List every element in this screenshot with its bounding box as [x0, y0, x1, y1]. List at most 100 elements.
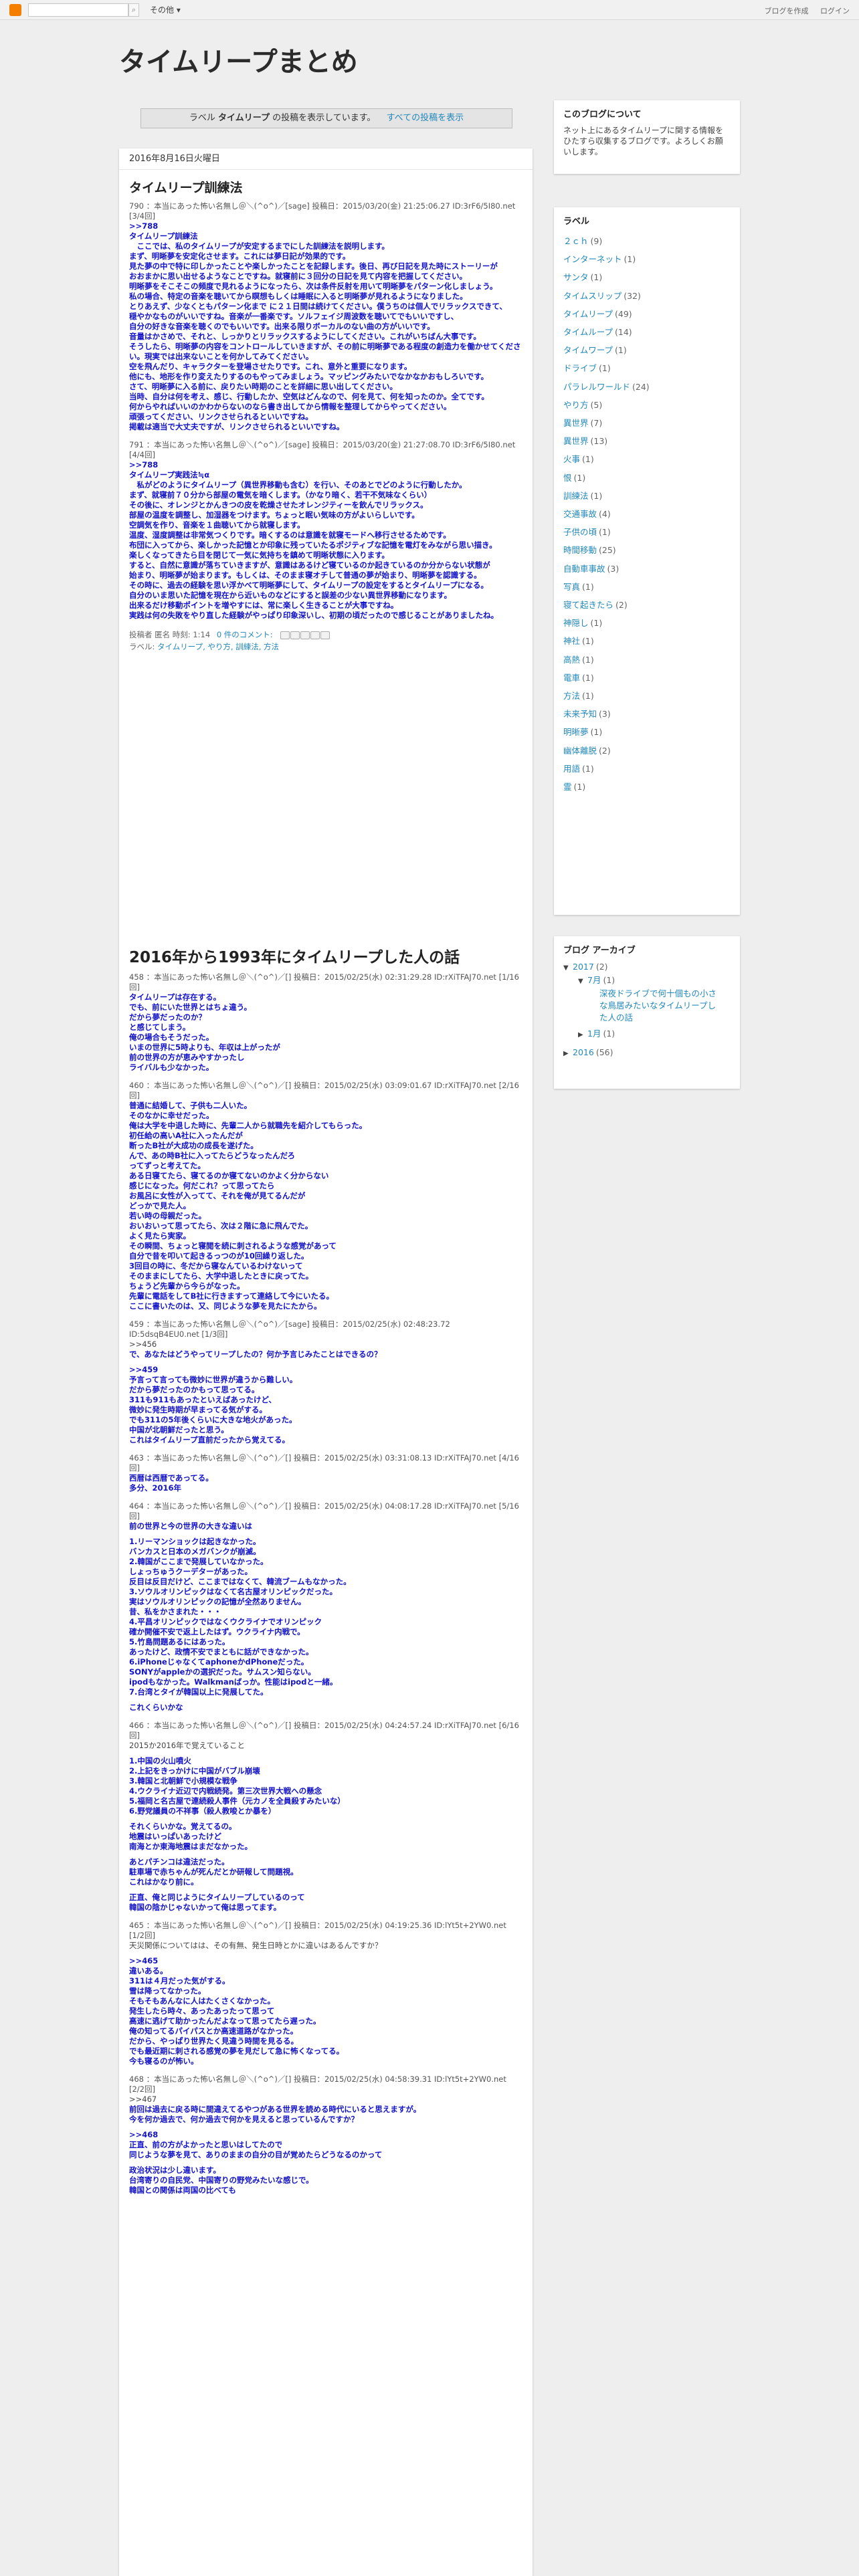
label-item[interactable]: 用語 (1): [563, 760, 731, 778]
label-link[interactable]: パラレルワールド: [563, 382, 630, 392]
label-item[interactable]: 明晰夢 (1): [563, 723, 731, 741]
label-count: (1): [582, 672, 594, 683]
blog-title[interactable]: タイムリープまとめ: [119, 40, 358, 79]
label-item[interactable]: 神隠し (1): [563, 614, 731, 632]
label-link[interactable]: 高熱: [563, 655, 580, 665]
label-item[interactable]: 恨 (1): [563, 469, 731, 487]
login-link[interactable]: ログイン: [820, 7, 850, 15]
archive-month-link[interactable]: 7月: [587, 975, 601, 985]
label-link[interactable]: タイムスリップ: [563, 291, 622, 301]
label-link[interactable]: ドライブ: [563, 363, 597, 373]
label-item[interactable]: 交通事故 (4): [563, 505, 731, 523]
label-link[interactable]: 神社: [563, 636, 580, 646]
email-share-icon[interactable]: [280, 631, 290, 639]
label-item[interactable]: ２ｃｈ (9): [563, 232, 731, 250]
label-item[interactable]: タイムワープ (1): [563, 341, 731, 359]
label-item[interactable]: 子供の頃 (1): [563, 523, 731, 541]
label-link[interactable]: 恨: [563, 473, 572, 483]
archive-year-2017[interactable]: ▼ 2017 (2): [563, 961, 731, 974]
label-link[interactable]: 用語: [563, 764, 580, 774]
archive-month-1[interactable]: ▶ 1月 (1): [563, 1028, 731, 1041]
label-item[interactable]: パラレルワールド (24): [563, 378, 731, 396]
archive-year-link[interactable]: 2016: [573, 1047, 594, 1057]
blogger-logo-icon[interactable]: [9, 3, 21, 16]
label-item[interactable]: 幽体離脱 (2): [563, 742, 731, 760]
navbar-more-menu[interactable]: その他 ▾: [150, 4, 181, 15]
label-link[interactable]: 幽体離脱: [563, 746, 597, 756]
label-link[interactable]: 訓練法: [563, 491, 589, 501]
label-item[interactable]: 方法 (1): [563, 687, 731, 705]
label-item[interactable]: 未来予知 (3): [563, 705, 731, 723]
pinterest-share-icon[interactable]: [320, 631, 330, 639]
search-icon[interactable]: ⌕: [128, 3, 139, 17]
label-item[interactable]: 時間移動 (25): [563, 541, 731, 559]
label-item[interactable]: やり方 (5): [563, 396, 731, 414]
label-link[interactable]: ２ｃｈ: [563, 236, 589, 246]
label-link[interactable]: 自動車事故: [563, 564, 605, 574]
post-labels-links[interactable]: タイムリープ, やり方, 訓練法, 方法: [157, 642, 279, 651]
label-item[interactable]: 高熱 (1): [563, 651, 731, 669]
navbar-search-input[interactable]: [28, 3, 128, 17]
label-link[interactable]: 霊: [563, 782, 572, 792]
res-line: 311も911もあったといえばあったけど、: [129, 1395, 276, 1404]
label-item[interactable]: 火事 (1): [563, 450, 731, 468]
label-link[interactable]: 火事: [563, 454, 580, 464]
expanded-triangle-icon[interactable]: ▼: [578, 976, 587, 988]
label-item[interactable]: タイムリープ (49): [563, 305, 731, 323]
label-item[interactable]: サンタ (1): [563, 268, 731, 286]
res-line: 昔、私をかさまれた・・・: [129, 1607, 221, 1616]
archive-year-2016[interactable]: ▶ 2016 (56): [563, 1047, 731, 1060]
label-item[interactable]: インターネット (1): [563, 250, 731, 268]
label-count: (24): [632, 381, 650, 392]
label-link[interactable]: 異世界: [563, 436, 589, 446]
comments-link[interactable]: 0 件のコメント:: [217, 630, 273, 639]
label-link[interactable]: タイムワープ: [563, 345, 613, 355]
label-link[interactable]: インターネット: [563, 254, 622, 264]
res-line: 西暦は西暦であってる。: [129, 1473, 213, 1483]
label-link[interactable]: 電車: [563, 673, 580, 683]
label-item[interactable]: 写真 (1): [563, 578, 731, 596]
label-link[interactable]: 方法: [563, 691, 580, 701]
create-blog-link[interactable]: ブログを作成: [765, 7, 809, 15]
expanded-triangle-icon[interactable]: ▼: [563, 962, 573, 974]
show-all-posts-link[interactable]: すべての投稿を表示: [387, 113, 464, 123]
label-link[interactable]: やり方: [563, 400, 589, 410]
res-line: 地震はいっぱいあったけど: [129, 1832, 221, 1841]
label-link[interactable]: 神隠し: [563, 618, 589, 628]
label-item[interactable]: 異世界 (7): [563, 414, 731, 432]
label-link[interactable]: 写真: [563, 582, 580, 592]
archive-year-link[interactable]: 2017: [573, 962, 594, 972]
label-item[interactable]: 訓練法 (1): [563, 487, 731, 505]
label-item[interactable]: 電車 (1): [563, 669, 731, 687]
label-item[interactable]: ドライブ (1): [563, 359, 731, 377]
label-link[interactable]: 交通事故: [563, 509, 597, 519]
twitter-share-icon[interactable]: [300, 631, 310, 639]
label-item[interactable]: タイムループ (14): [563, 323, 731, 341]
collapsed-triangle-icon[interactable]: ▶: [563, 1048, 573, 1060]
archive-post-link[interactable]: 深夜ドライブで何十個もの小さな鳥居みたいなタイムリープした人の話: [563, 988, 731, 1024]
label-link[interactable]: 異世界: [563, 418, 589, 428]
label-item[interactable]: 自動車事故 (3): [563, 560, 731, 578]
archive-month-link[interactable]: 1月: [587, 1029, 601, 1039]
label-link[interactable]: 未来予知: [563, 709, 597, 719]
collapsed-triangle-icon[interactable]: ▶: [578, 1029, 587, 1041]
post-title[interactable]: 2016年から1993年にタイムリープした人の話: [129, 944, 522, 967]
label-link[interactable]: タイムループ: [563, 327, 613, 337]
label-item[interactable]: 神社 (1): [563, 632, 731, 650]
post-title[interactable]: タイムリープ訓練法: [129, 178, 522, 196]
post-2016-to-1993: 2016年から1993年にタイムリープした人の話 458 ：本当にあった怖い名無…: [129, 944, 522, 2204]
facebook-share-icon[interactable]: [310, 631, 320, 639]
label-link[interactable]: 子供の頃: [563, 527, 597, 537]
archive-month-7[interactable]: ▼ 7月 (1): [563, 974, 731, 988]
label-link[interactable]: 明晰夢: [563, 727, 589, 737]
blogthis-share-icon[interactable]: [290, 631, 300, 639]
label-item[interactable]: 寝て起きたら (2): [563, 596, 731, 614]
label-link[interactable]: 寝て起きたら: [563, 600, 613, 610]
label-item[interactable]: タイムスリップ (32): [563, 287, 731, 305]
label-link[interactable]: タイムリープ: [563, 309, 613, 319]
label-link[interactable]: 時間移動: [563, 545, 597, 555]
label-count: (32): [624, 290, 641, 301]
label-item[interactable]: 霊 (1): [563, 778, 731, 796]
label-link[interactable]: サンタ: [563, 272, 589, 282]
label-item[interactable]: 異世界 (13): [563, 432, 731, 450]
